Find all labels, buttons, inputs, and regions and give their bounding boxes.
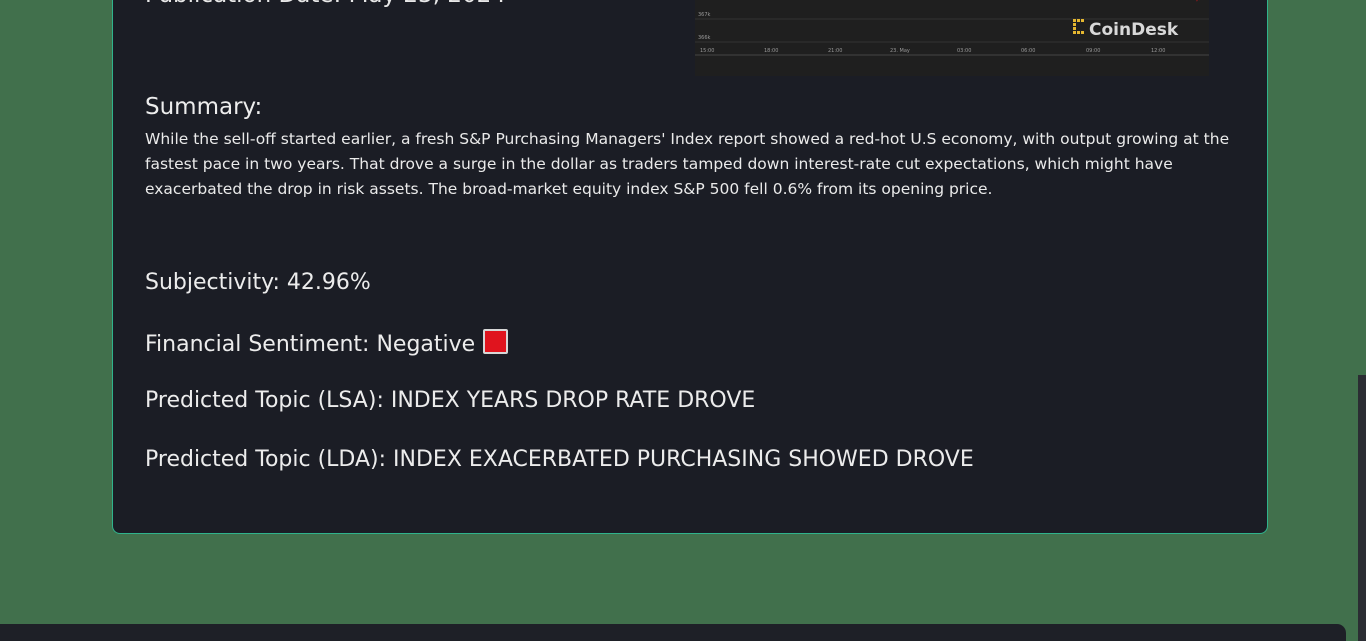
subjectivity-label: Subjectivity: 42.96% — [145, 270, 371, 295]
chart-x-tick: 03:00 — [957, 48, 971, 54]
topic-lda-label: Predicted Topic (LDA): INDEX EXACERBATED… — [145, 447, 974, 472]
predicted-topic-lda: Predicted Topic (LDA): INDEX EXACERBATED… — [145, 447, 974, 472]
topic-lsa-label: Predicted Topic (LSA): INDEX YEARS DROP … — [145, 388, 756, 413]
chart-x-tick: 21:00 — [828, 48, 842, 54]
price-chart-image: 368k 367k 366k 15:00 18:00 21:00 23. May… — [695, 0, 1209, 76]
chart-x-tick: 09:00 — [1086, 48, 1100, 54]
chart-x-tick: 18:00 — [764, 48, 778, 54]
vertical-scrollbar[interactable] — [1358, 375, 1366, 641]
chart-x-tick: 15:00 — [700, 48, 714, 54]
chart-y-tick: 366k — [698, 35, 711, 41]
coindesk-logo-icon — [1073, 19, 1084, 34]
subjectivity-score: Subjectivity: 42.96% — [145, 270, 371, 295]
publication-date: Publication Date: May 23, 2024 — [145, 0, 506, 8]
chart-x-tick: 12:00 — [1151, 48, 1165, 54]
chart-x-tick: 06:00 — [1021, 48, 1035, 54]
coindesk-brand-text: CoinDesk — [1089, 20, 1179, 40]
chart-x-tick: 23. May — [890, 48, 910, 54]
sentiment-label: Financial Sentiment: Negative — [145, 332, 476, 357]
predicted-topic-lsa: Predicted Topic (LSA): INDEX YEARS DROP … — [145, 388, 755, 413]
chart-y-tick: 367k — [698, 12, 711, 18]
bottom-panel-edge — [0, 624, 1346, 641]
page: Publication Date: May 23, 2024 368k 367k… — [0, 0, 1366, 641]
summary-heading: Summary: — [145, 94, 263, 120]
price-chart-svg: 368k 367k 366k 15:00 18:00 21:00 23. May… — [695, 0, 1209, 56]
financial-sentiment: Financial Sentiment: Negative — [145, 329, 509, 357]
sentiment-color-swatch — [483, 329, 509, 354]
summary-text: While the sell-off started earlier, a fr… — [145, 130, 1230, 198]
article-card: Publication Date: May 23, 2024 368k 367k… — [112, 0, 1268, 534]
